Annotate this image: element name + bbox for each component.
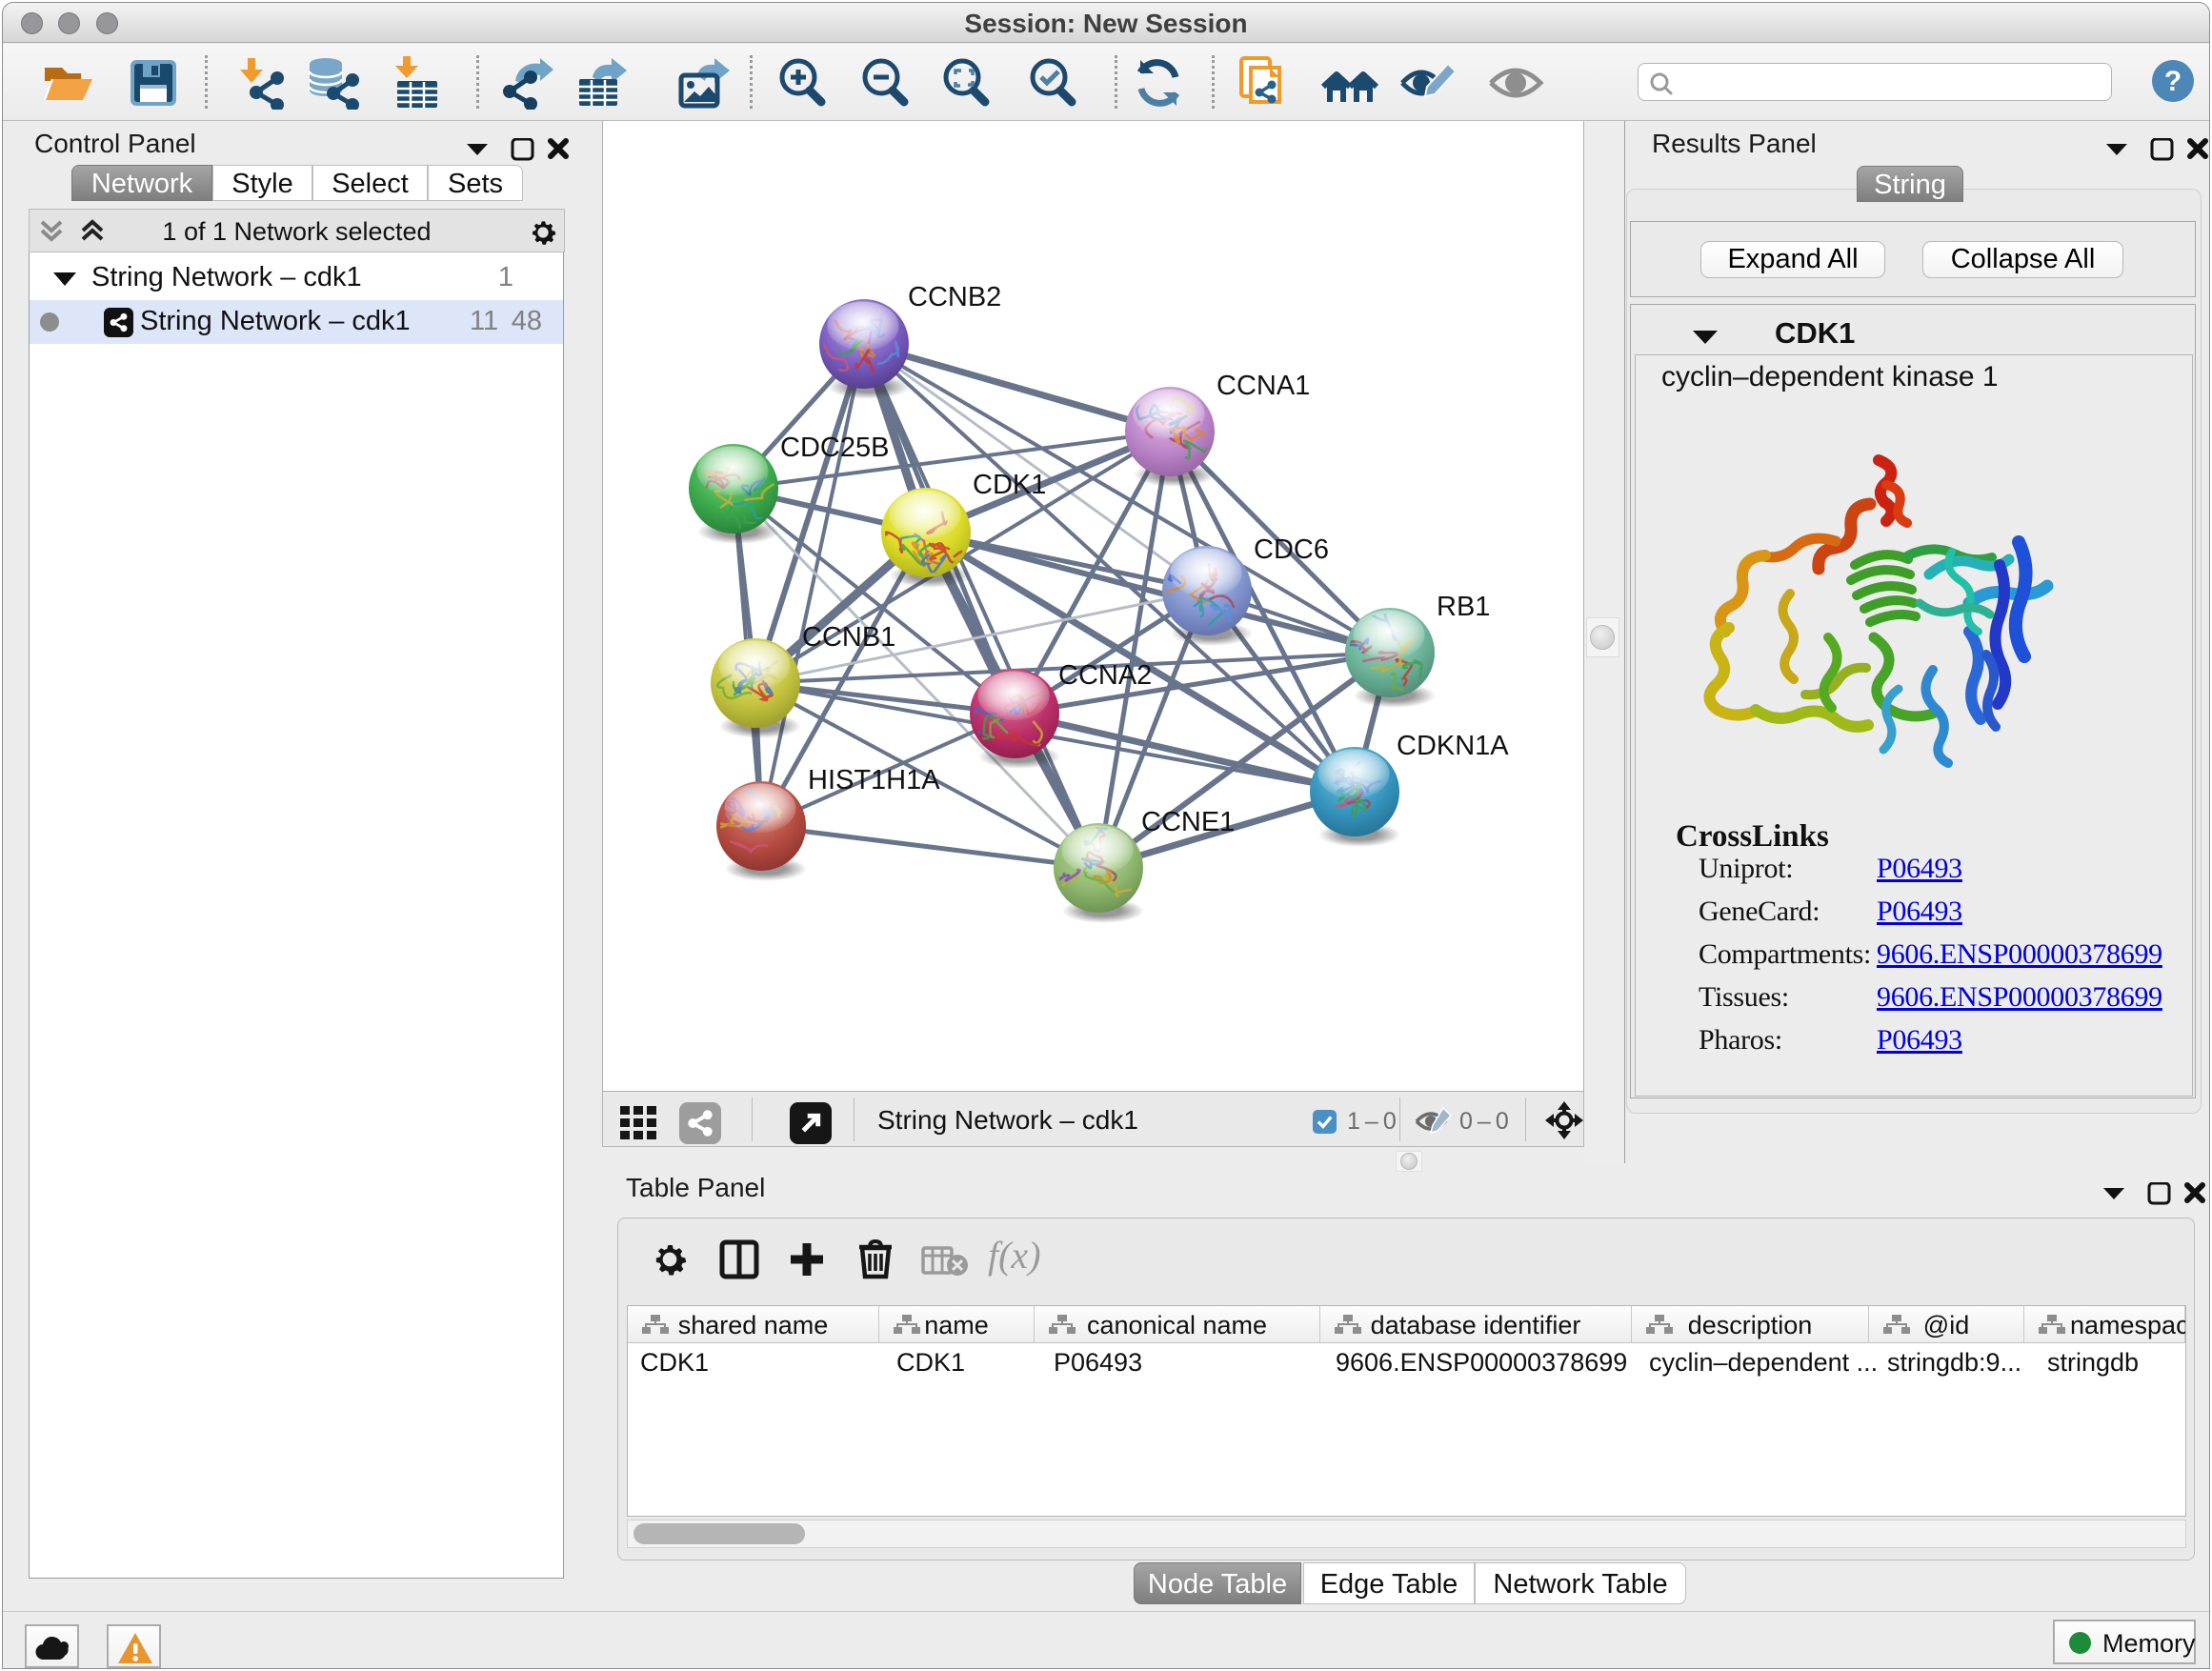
svg-text:CCNA1: CCNA1: [1217, 371, 1310, 401]
svg-text:CCNA2: CCNA2: [1058, 660, 1152, 691]
svg-text:CCNE1: CCNE1: [1141, 807, 1235, 837]
svg-text:HIST1H1A: HIST1H1A: [808, 765, 940, 795]
svg-text:CDC25B: CDC25B: [780, 433, 889, 463]
svg-text:CCNB2: CCNB2: [908, 282, 1001, 312]
svg-text:?: ?: [2164, 66, 2182, 97]
svg-text:CDC6: CDC6: [1254, 534, 1329, 565]
svg-text:CDKN1A: CDKN1A: [1397, 731, 1509, 761]
svg-text:CCNB1: CCNB1: [802, 622, 895, 653]
svg-text:RB1: RB1: [1437, 592, 1490, 622]
svg-text:CDK1: CDK1: [973, 470, 1046, 500]
